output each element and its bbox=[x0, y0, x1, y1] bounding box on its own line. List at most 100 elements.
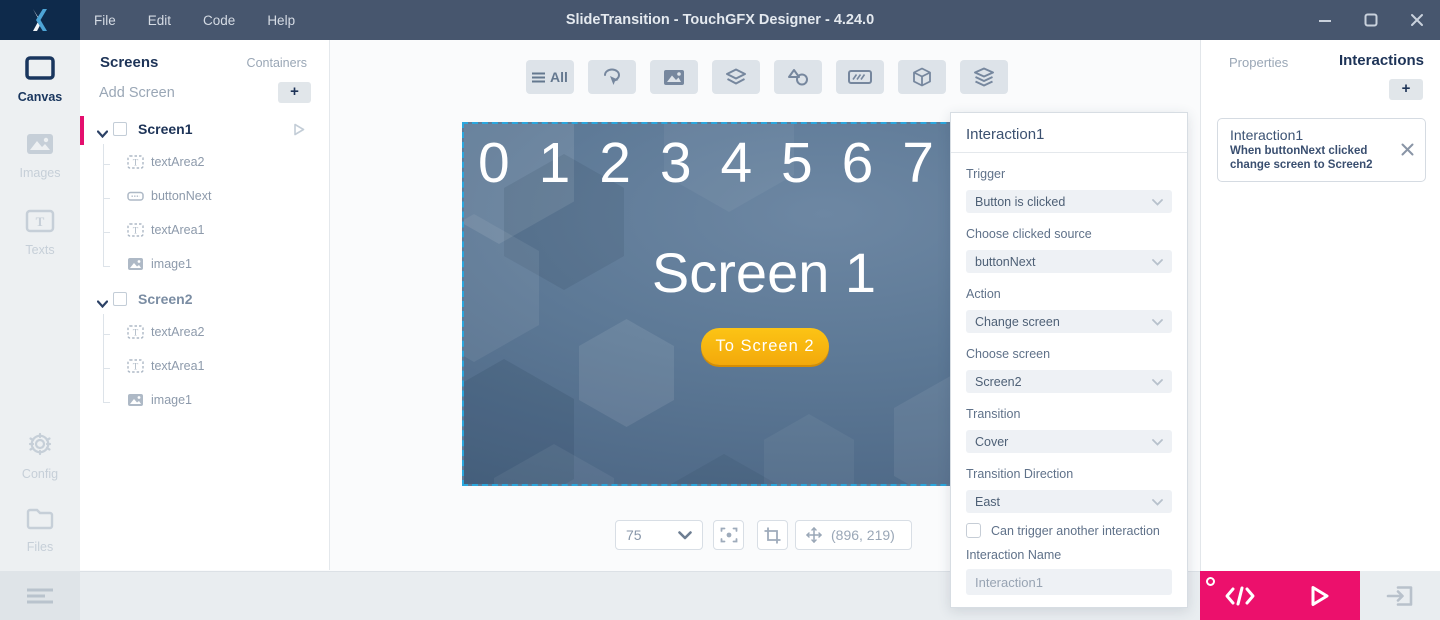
tree-row-widget[interactable]: T textArea1 bbox=[80, 356, 330, 380]
clicked-source-select[interactable]: buttonNext bbox=[966, 250, 1172, 273]
rail-item-images[interactable]: Images bbox=[0, 132, 80, 180]
tree-row-widget[interactable]: image1 bbox=[80, 390, 330, 414]
selected-screen-indicator bbox=[80, 116, 84, 145]
tree-row-widget[interactable]: buttonNext bbox=[80, 186, 330, 210]
rail-item-config[interactable]: Config bbox=[0, 431, 80, 481]
tab-containers[interactable]: Containers bbox=[247, 56, 307, 70]
widget-label: buttonNext bbox=[151, 189, 211, 203]
countdown-digits-textarea[interactable]: 0 1 2 3 4 5 6 7 bbox=[478, 130, 934, 196]
screen1-label[interactable]: Screen1 bbox=[138, 121, 192, 137]
svg-text:T: T bbox=[133, 226, 139, 236]
fit-to-screen-button[interactable] bbox=[713, 520, 744, 550]
rail-item-files[interactable]: Files bbox=[0, 506, 80, 554]
menubar: File Edit Code Help bbox=[94, 0, 295, 40]
screen2-checkbox[interactable] bbox=[113, 292, 127, 306]
rail-label: Canvas bbox=[0, 90, 80, 104]
window-controls bbox=[1302, 0, 1440, 40]
tab-screens[interactable]: Screens bbox=[100, 54, 158, 71]
menu-help[interactable]: Help bbox=[267, 13, 295, 28]
maximize-icon[interactable] bbox=[1348, 0, 1394, 40]
zoom-level-select[interactable]: 75 bbox=[615, 520, 703, 550]
interaction-card[interactable]: Interaction1 When buttonNext clicked cha… bbox=[1217, 118, 1426, 182]
widget-toolbar: All bbox=[526, 60, 1008, 94]
run-screen-icon[interactable] bbox=[293, 123, 305, 141]
tree-row-screen2[interactable]: Screen2 bbox=[80, 288, 330, 314]
tab-properties[interactable]: Properties bbox=[1229, 55, 1288, 70]
tree-row-widget[interactable]: T textArea2 bbox=[80, 152, 330, 176]
rail-bottom-menu[interactable] bbox=[0, 571, 80, 620]
transition-direction-select[interactable]: East bbox=[966, 490, 1172, 513]
tab-interactions[interactable]: Interactions bbox=[1339, 52, 1424, 69]
right-panel: Properties Interactions + Interaction1 W… bbox=[1200, 40, 1440, 571]
layers-icon bbox=[725, 68, 747, 86]
move-cross-icon bbox=[806, 527, 822, 543]
textarea-icon: T bbox=[127, 223, 144, 242]
field-label: Action bbox=[966, 287, 1172, 303]
minimize-icon[interactable] bbox=[1302, 0, 1348, 40]
files-folder-icon bbox=[25, 506, 55, 530]
coordinates-value: (896, 219) bbox=[831, 527, 895, 543]
widget-category-images-button[interactable] bbox=[650, 60, 698, 94]
menu-code[interactable]: Code bbox=[203, 13, 235, 28]
can-trigger-another-checkbox[interactable] bbox=[966, 523, 981, 538]
close-icon[interactable] bbox=[1394, 0, 1440, 40]
widget-category-3d-button[interactable] bbox=[898, 60, 946, 94]
select-value: East bbox=[975, 495, 1000, 509]
chevron-down-icon bbox=[678, 531, 692, 540]
chevron-down-icon bbox=[1152, 315, 1163, 329]
left-rail: Canvas Images T Texts Config Files bbox=[0, 40, 80, 571]
field-transition-direction: Transition Direction East bbox=[966, 467, 1172, 513]
titlebar: File Edit Code Help SlideTransition - To… bbox=[0, 0, 1440, 40]
svg-text:T: T bbox=[133, 328, 139, 338]
select-value: Change screen bbox=[975, 315, 1060, 329]
widget-label: image1 bbox=[151, 393, 192, 407]
chevron-down-icon[interactable] bbox=[97, 295, 108, 313]
action-select[interactable]: Change screen bbox=[966, 310, 1172, 333]
delete-interaction-icon[interactable] bbox=[1401, 143, 1414, 161]
tree-row-screen1[interactable]: Screen1 bbox=[80, 118, 330, 144]
zoom-level-value: 75 bbox=[626, 527, 642, 543]
menu-edit[interactable]: Edit bbox=[148, 13, 171, 28]
transition-select[interactable]: Cover bbox=[966, 430, 1172, 453]
chevron-down-icon bbox=[1152, 495, 1163, 509]
widget-category-interaction-button[interactable] bbox=[588, 60, 636, 94]
run-simulator-button[interactable] bbox=[1280, 571, 1360, 620]
trigger-another-row: Can trigger another interaction bbox=[966, 523, 1172, 538]
rail-label: Texts bbox=[0, 243, 80, 257]
widget-label: textArea1 bbox=[151, 223, 205, 237]
tree-row-widget[interactable]: T textArea1 bbox=[80, 220, 330, 244]
rail-item-canvas[interactable]: Canvas bbox=[0, 56, 80, 104]
widget-category-containers-button[interactable] bbox=[712, 60, 760, 94]
add-screen-label: Add Screen bbox=[99, 85, 175, 101]
to-screen2-button[interactable]: To Screen 2 bbox=[701, 328, 829, 365]
crop-canvas-button[interactable] bbox=[757, 520, 788, 550]
widget-category-progress-button[interactable] bbox=[836, 60, 884, 94]
select-value: buttonNext bbox=[975, 255, 1035, 269]
interaction-editor-popup: Interaction1 Trigger Button is clicked C… bbox=[950, 112, 1188, 608]
choose-screen-select[interactable]: Screen2 bbox=[966, 370, 1172, 393]
select-value: Button is clicked bbox=[975, 195, 1065, 209]
rail-item-texts[interactable]: T Texts bbox=[0, 209, 80, 257]
add-screen-button[interactable]: + bbox=[278, 82, 311, 103]
chevron-down-icon[interactable] bbox=[97, 125, 108, 143]
cube-3d-icon bbox=[912, 67, 932, 87]
widget-category-shapes-button[interactable] bbox=[774, 60, 822, 94]
tree-row-widget[interactable]: T textArea2 bbox=[80, 322, 330, 346]
tree-row-widget[interactable]: image1 bbox=[80, 254, 330, 278]
screen1-checkbox[interactable] bbox=[113, 122, 127, 136]
add-interaction-button[interactable]: + bbox=[1389, 79, 1423, 100]
field-label: Transition bbox=[966, 407, 1172, 423]
menu-file[interactable]: File bbox=[94, 13, 116, 28]
screen2-label[interactable]: Screen2 bbox=[138, 291, 192, 307]
open-target-icon bbox=[1386, 585, 1414, 607]
widget-category-misc-button[interactable] bbox=[960, 60, 1008, 94]
widget-filter-all-button[interactable]: All bbox=[526, 60, 574, 94]
interaction-pointer-icon bbox=[601, 67, 623, 87]
widget-label: textArea2 bbox=[151, 155, 205, 169]
stack-icon bbox=[973, 67, 995, 87]
texts-icon: T bbox=[25, 209, 55, 233]
run-target-button[interactable] bbox=[1360, 571, 1440, 620]
interaction-name-input[interactable] bbox=[966, 569, 1172, 595]
rail-label: Images bbox=[0, 166, 80, 180]
trigger-select[interactable]: Button is clicked bbox=[966, 190, 1172, 213]
